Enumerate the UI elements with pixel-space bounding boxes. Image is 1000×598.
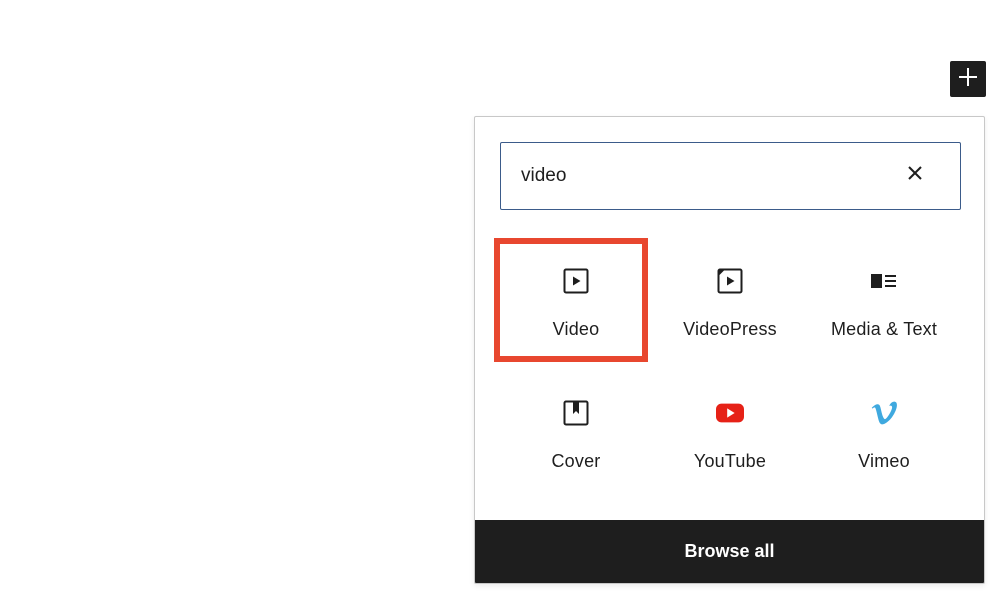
block-item-label: Vimeo xyxy=(858,451,910,471)
block-item-label: YouTube xyxy=(693,451,767,471)
browse-all-button[interactable]: Browse all xyxy=(475,520,984,583)
youtube-icon xyxy=(716,399,744,427)
add-block-button[interactable] xyxy=(950,61,986,97)
vimeo-icon xyxy=(870,399,898,427)
block-search-input[interactable] xyxy=(521,143,881,208)
block-item-label: VideoPress xyxy=(683,319,777,339)
block-item-label: Cover xyxy=(551,451,601,471)
block-item-label: Video xyxy=(552,319,600,339)
block-item-videopress[interactable]: VideoPress xyxy=(657,241,803,361)
media-text-icon xyxy=(870,267,898,295)
block-item-youtube[interactable]: YouTube xyxy=(657,373,803,493)
cover-icon xyxy=(562,399,590,427)
plus-icon xyxy=(956,65,980,94)
block-item-video[interactable]: Video xyxy=(503,241,649,361)
video-icon xyxy=(562,267,590,295)
close-icon xyxy=(906,164,924,187)
block-inserter-popover: Video VideoPress xyxy=(474,116,985,584)
block-item-label: Media & Text xyxy=(830,319,938,339)
block-item-cover[interactable]: Cover xyxy=(503,373,649,493)
block-search-field xyxy=(500,142,961,210)
editor-canvas: Video VideoPress xyxy=(0,0,1000,598)
videopress-icon xyxy=(716,267,744,295)
clear-search-button[interactable] xyxy=(902,162,928,188)
block-item-vimeo[interactable]: Vimeo xyxy=(811,373,957,493)
block-item-media-text[interactable]: Media & Text xyxy=(811,241,957,361)
